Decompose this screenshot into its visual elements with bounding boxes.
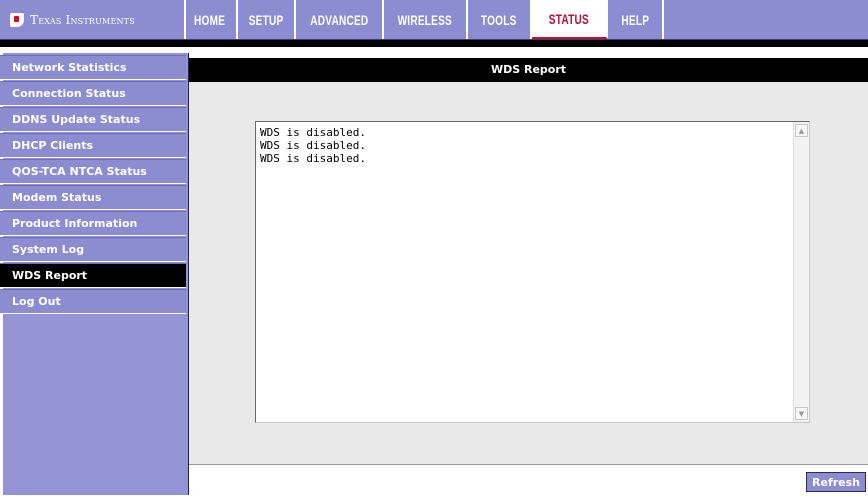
page-title: WDS Report [189,58,868,82]
tab-wireless-label: WIRELESS [397,11,453,28]
sidebar-item-modem-status[interactable]: Modem Status [0,185,186,210]
ti-logo-icon [10,12,24,27]
sidebar-item-system-log[interactable]: System Log [0,237,186,262]
tab-help[interactable]: HELP [608,0,664,39]
tab-home[interactable]: HOME [184,0,238,39]
sidebar-item-log-out[interactable]: Log Out [0,289,186,314]
tab-setup-label: SETUP [248,11,284,28]
sidebar-item-ddns-update-status[interactable]: DDNS Update Status [0,107,186,132]
tab-advanced[interactable]: ADVANCED [296,0,384,39]
top-nav-bar: Texas Instruments HOME SETUP ADVANCED WI… [0,0,868,40]
sidebar-item-product-information[interactable]: Product Information [0,211,186,236]
brand-name: Texas Instruments [30,12,135,27]
nav-divider [0,40,868,47]
tab-advanced-label: ADVANCED [309,11,369,28]
tab-help-label: HELP [621,11,649,28]
tab-setup[interactable]: SETUP [238,0,296,39]
tab-tools-label: TOOLS [481,11,517,28]
sidebar: Network Statistics Connection Status DDN… [0,53,189,495]
tab-tools[interactable]: TOOLS [468,0,532,39]
tab-status[interactable]: STATUS [532,0,608,39]
sidebar-item-connection-status[interactable]: Connection Status [0,81,186,106]
brand-logo[interactable]: Texas Instruments [0,0,186,39]
tab-wireless[interactable]: WIRELESS [384,0,468,39]
sidebar-item-wds-report[interactable]: WDS Report [0,263,186,288]
report-scrollbar[interactable]: ▲ ▼ [793,122,809,422]
wds-report-text: WDS is disabled. WDS is disabled. WDS is… [260,126,366,165]
sidebar-item-network-statistics[interactable]: Network Statistics [0,55,186,80]
sidebar-item-qos-tca-ntca-status[interactable]: QOS-TCA NTCA Status [0,159,186,184]
bottom-action-bar: Refresh [189,464,868,496]
sidebar-item-dhcp-clients[interactable]: DHCP Clients [0,133,186,158]
scroll-down-icon[interactable]: ▼ [795,407,808,420]
scroll-up-icon[interactable]: ▲ [795,124,808,137]
refresh-button[interactable]: Refresh [806,472,866,492]
tab-status-label: STATUS [548,10,590,27]
wds-report-textarea[interactable]: WDS is disabled. WDS is disabled. WDS is… [255,121,810,423]
tab-home-label: HOME [194,11,226,28]
